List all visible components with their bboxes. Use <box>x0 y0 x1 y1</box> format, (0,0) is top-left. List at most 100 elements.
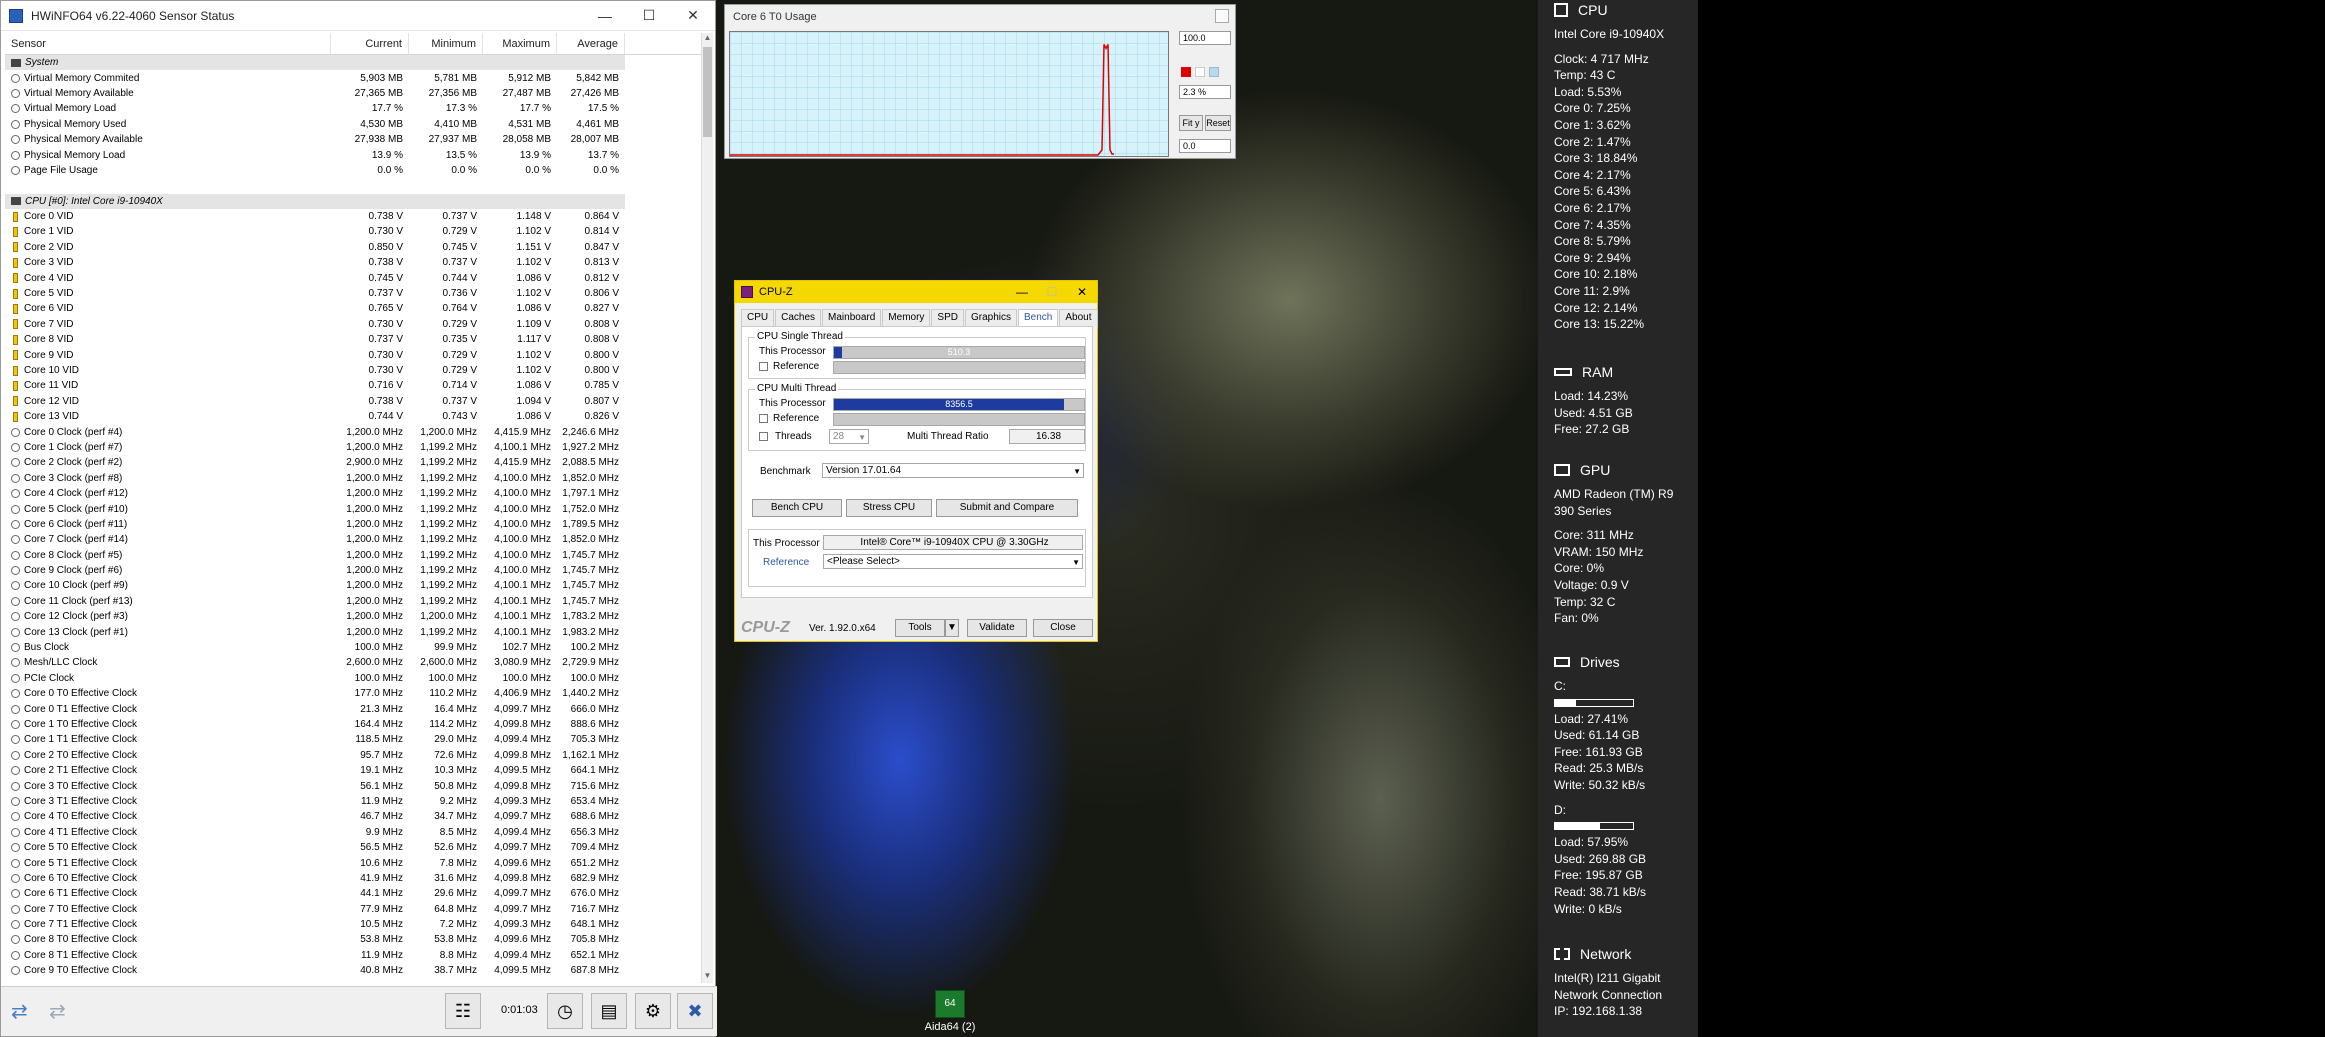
sensor-row[interactable]: Core 6 VID 0.765 V 0.764 V 1.086 V 0.827 V <box>5 301 701 316</box>
maximize-button[interactable]: ☐ <box>627 1 671 31</box>
sensor-row[interactable]: Core 13 Clock (perf #1) 1,200.0 MHz 1,199.… <box>5 624 701 639</box>
sensor-row[interactable]: Core 13 VID 0.744 V 0.743 V 1.086 V 0.826 V <box>5 409 701 424</box>
scroll-up-arrow-icon[interactable]: ▲ <box>702 33 713 45</box>
sensor-row[interactable]: Core 8 T0 Effective Clock 53.8 MHz 53.8 MH… <box>5 932 701 947</box>
scroll-down-arrow-icon[interactable]: ▼ <box>702 971 713 983</box>
sensor-row[interactable]: Core 11 Clock (perf #13) 1,200.0 MHz 1,199… <box>5 594 701 609</box>
column-header-minimum[interactable]: Minimum <box>409 33 483 54</box>
sensor-row[interactable]: Core 4 T0 Effective Clock 46.7 MHz 34.7 MH… <box>5 809 701 824</box>
stress-cpu-button[interactable]: Stress CPU <box>846 499 932 517</box>
sensor-row[interactable]: Core 1 T0 Effective Clock 164.4 MHz 114.2 … <box>5 717 701 732</box>
tab-memory[interactable]: Memory <box>882 309 931 327</box>
cpuz-close-button[interactable]: ✕ <box>1067 285 1097 299</box>
tools-dropdown-chevron-icon[interactable]: ▼ <box>945 619 959 637</box>
sensor-row[interactable]: Physical Memory Available 27,938 MB 27,937… <box>5 132 701 147</box>
sensor-row[interactable]: Core 1 Clock (perf #7) 1,200.0 MHz 1,199.2… <box>5 440 701 455</box>
column-header-sensor[interactable]: Sensor <box>5 33 331 54</box>
sensor-row[interactable]: Virtual Memory Available 27,365 MB 27,356 … <box>5 86 701 101</box>
sensor-row[interactable]: Core 1 T1 Effective Clock 118.5 MHz 29.0 M… <box>5 732 701 747</box>
graph-max-field[interactable]: 100.0 <box>1179 31 1231 45</box>
aida64-desktop-icon[interactable]: 64 Aida64 (2) <box>918 990 982 1033</box>
bench-cpu-button[interactable]: Bench CPU <box>752 499 842 517</box>
nav-disabled-icon[interactable]: ⇄ <box>49 999 66 1024</box>
sensor-row[interactable]: Core 4 T1 Effective Clock 9.9 MHz 8.5 MHz 4… <box>5 825 701 840</box>
nav-left-right-icon[interactable]: ⇄ <box>11 999 28 1024</box>
sensor-row[interactable]: Core 3 Clock (perf #8) 1,200.0 MHz 1,199.2… <box>5 471 701 486</box>
graph-close-button[interactable] <box>1215 9 1229 23</box>
close-button[interactable]: Close <box>1033 619 1093 637</box>
sensor-row[interactable]: Core 12 Clock (perf #3) 1,200.0 MHz 1,200.… <box>5 609 701 624</box>
sensor-row[interactable]: Core 0 T1 Effective Clock 21.3 MHz 16.4 MH… <box>5 701 701 716</box>
sensor-row[interactable]: Core 6 Clock (perf #11) 1,200.0 MHz 1,199.… <box>5 517 701 532</box>
sensor-row[interactable]: Virtual Memory Load 17.7 % 17.3 % 17.7 % 17.… <box>5 101 701 116</box>
sensor-row[interactable]: Core 3 T0 Effective Clock 56.1 MHz 50.8 MH… <box>5 778 701 793</box>
submit-compare-button[interactable]: Submit and Compare <box>936 499 1078 517</box>
tab-bench[interactable]: Bench <box>1018 309 1059 327</box>
sensor-row[interactable]: Core 8 VID 0.737 V 0.735 V 1.117 V 0.808 V <box>5 332 701 347</box>
sensor-row[interactable]: Core 3 VID 0.738 V 0.737 V 1.102 V 0.813 V <box>5 255 701 270</box>
sensor-row[interactable]: Page File Usage 0.0 % 0.0 % 0.0 % 0.0 % <box>5 163 701 178</box>
sensor-row[interactable]: Core 6 T0 Effective Clock 41.9 MHz 31.6 MH… <box>5 871 701 886</box>
sensor-scrollbar[interactable]: ▲ ▼ <box>701 33 713 983</box>
column-header-maximum[interactable]: Maximum <box>483 33 557 54</box>
graph-min-field[interactable]: 0.0 <box>1179 139 1231 153</box>
tab-about[interactable]: About <box>1059 309 1098 327</box>
tab-cpu[interactable]: CPU <box>741 309 775 327</box>
tab-caches[interactable]: Caches <box>775 309 822 327</box>
sensor-row[interactable]: Core 12 VID 0.738 V 0.737 V 1.094 V 0.807 V <box>5 394 701 409</box>
multi-reference-checkbox[interactable] <box>759 414 768 423</box>
benchmark-select[interactable]: Version 17.01.64 ▼ <box>822 463 1084 478</box>
column-header-current[interactable]: Current <box>331 33 409 54</box>
sensor-row[interactable]: Core 2 T0 Effective Clock 95.7 MHz 72.6 MH… <box>5 748 701 763</box>
tab-graphics[interactable]: Graphics <box>964 309 1017 327</box>
sensor-row[interactable]: Core 7 T1 Effective Clock 10.5 MHz 7.2 MHz… <box>5 917 701 932</box>
reset-button[interactable]: Reset <box>1205 115 1231 131</box>
sensor-row[interactable]: Virtual Memory Commited 5,903 MB 5,781 MB 5… <box>5 70 701 85</box>
sensor-row[interactable]: Physical Memory Load 13.9 % 13.5 % 13.9 % 13… <box>5 147 701 162</box>
sensor-row[interactable]: Core 0 T0 Effective Clock 177.0 MHz 110.2 … <box>5 686 701 701</box>
sensor-row[interactable]: Core 0 VID 0.738 V 0.737 V 1.148 V 0.864 V <box>5 209 701 224</box>
sensor-group-row[interactable]: CPU [#0]: Intel Core i9-10940X <box>5 193 625 209</box>
tab-spd[interactable]: SPD <box>931 309 964 327</box>
sensor-row[interactable]: Core 5 T0 Effective Clock 56.5 MHz 52.6 MH… <box>5 840 701 855</box>
cpuz-titlebar[interactable]: CPU-Z — ☐ ✕ <box>735 281 1097 303</box>
sensor-row[interactable]: Core 5 Clock (perf #10) 1,200.0 MHz 1,199.… <box>5 501 701 516</box>
sensor-row[interactable]: Core 0 Clock (perf #4) 1,200.0 MHz 1,200.0… <box>5 424 701 439</box>
sensor-row[interactable]: Core 4 Clock (perf #12) 1,200.0 MHz 1,199.… <box>5 486 701 501</box>
validate-button[interactable]: Validate <box>967 619 1027 637</box>
close-button[interactable]: ✕ <box>671 1 715 31</box>
reference-select[interactable]: <Please Select> ▼ <box>823 554 1083 569</box>
sensor-row[interactable]: Core 2 T1 Effective Clock 19.1 MHz 10.3 MH… <box>5 763 701 778</box>
sensor-group-row[interactable]: System <box>5 55 625 71</box>
minimize-button[interactable]: — <box>583 1 627 31</box>
sensor-row[interactable]: Core 9 VID 0.730 V 0.729 V 1.102 V 0.800 V <box>5 347 701 362</box>
sensor-row[interactable]: Core 10 Clock (perf #9) 1,200.0 MHz 1,199.… <box>5 578 701 593</box>
cpuz-minimize-button[interactable]: — <box>1007 285 1037 299</box>
report-icon[interactable]: ▤ <box>591 993 627 1029</box>
tools-button[interactable]: Tools <box>895 619 945 637</box>
sensor-row[interactable]: Core 8 Clock (perf #5) 1,200.0 MHz 1,199.2… <box>5 548 701 563</box>
graph-title[interactable]: Core 6 T0 Usage <box>725 5 1235 29</box>
scrollbar-thumb[interactable] <box>703 47 712 137</box>
sensor-row[interactable]: Core 10 VID 0.730 V 0.729 V 1.102 V 0.800 V <box>5 363 701 378</box>
sensor-row[interactable]: Core 7 Clock (perf #14) 1,200.0 MHz 1,199.… <box>5 532 701 547</box>
sensor-row[interactable]: Core 2 Clock (perf #2) 2,900.0 MHz 1,199.2… <box>5 455 701 470</box>
sensor-row[interactable]: Core 1 VID 0.730 V 0.729 V 1.102 V 0.814 V <box>5 224 701 239</box>
threads-checkbox[interactable] <box>759 432 768 441</box>
sensor-row[interactable]: Core 6 T1 Effective Clock 44.1 MHz 29.6 MH… <box>5 886 701 901</box>
sensor-row[interactable]: Core 2 VID 0.850 V 0.745 V 1.151 V 0.847 V <box>5 240 701 255</box>
settings-gear-icon[interactable]: ⚙ <box>635 993 671 1029</box>
sensor-row[interactable]: Core 7 VID 0.730 V 0.729 V 1.109 V 0.808 V <box>5 317 701 332</box>
column-header-average[interactable]: Average <box>557 33 625 54</box>
sensor-row[interactable]: Core 9 T0 Effective Clock 40.8 MHz 38.7 MH… <box>5 963 701 978</box>
hwinfo-titlebar[interactable]: HWiNFO64 v6.22-4060 Sensor Status — ☐ ✕ <box>1 1 715 31</box>
sensor-row[interactable]: Core 3 T1 Effective Clock 11.9 MHz 9.2 MHz… <box>5 794 701 809</box>
single-reference-checkbox[interactable] <box>759 362 768 371</box>
sensor-row[interactable]: Mesh/LLC Clock 2,600.0 MHz 2,600.0 MHz 3,08… <box>5 655 701 670</box>
sensor-row[interactable]: Core 8 T1 Effective Clock 11.9 MHz 8.8 MHz… <box>5 948 701 963</box>
sensor-row[interactable]: Core 11 VID 0.716 V 0.714 V 1.086 V 0.785 V <box>5 378 701 393</box>
graph-color-red-swatch[interactable] <box>1181 67 1191 77</box>
close-x-icon[interactable]: ✖ <box>677 993 713 1029</box>
sensor-row[interactable]: Core 5 T1 Effective Clock 10.6 MHz 7.8 MHz… <box>5 855 701 870</box>
network-icon[interactable]: ☷ <box>445 993 481 1029</box>
